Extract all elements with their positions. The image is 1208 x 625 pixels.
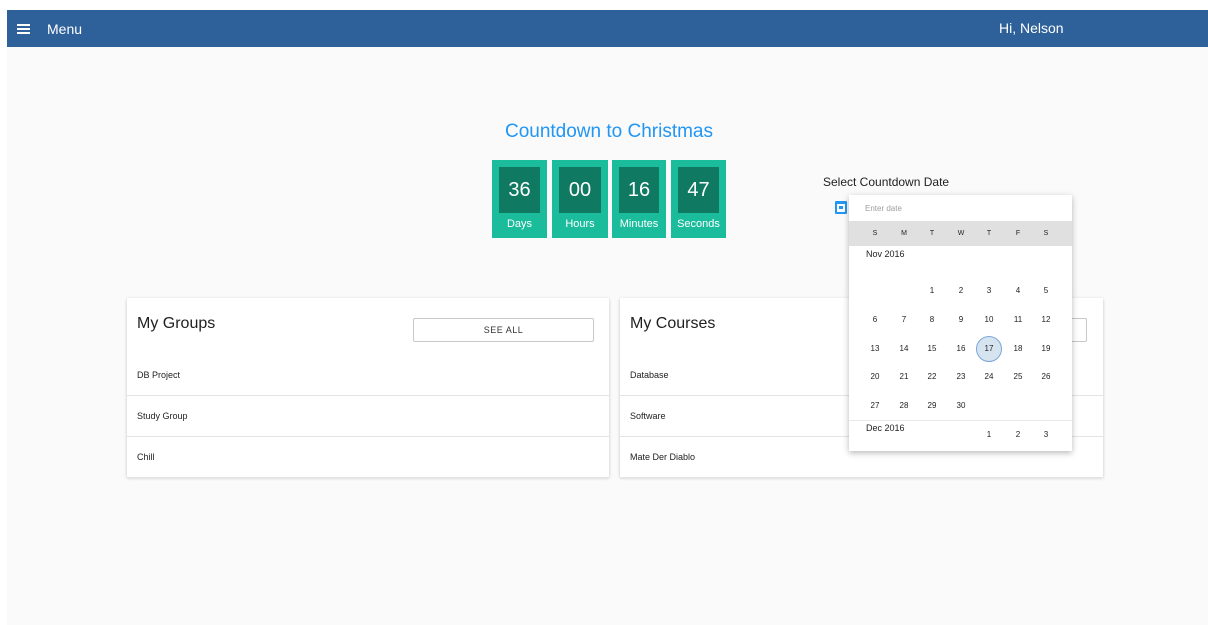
menu-label: Menu	[47, 20, 83, 37]
groups-card-title: My Groups	[137, 315, 216, 332]
groups-list: DB Project Study Group Chill	[127, 355, 609, 478]
top-app-bar: Menu Hi, Nelson	[7, 10, 1208, 47]
date-input[interactable]	[849, 195, 1072, 221]
calendar-day[interactable]: 21	[891, 364, 917, 390]
user-greeting[interactable]: Hi, Nelson	[999, 10, 1064, 47]
hamburger-icon	[17, 23, 30, 34]
list-item[interactable]: Study Group	[127, 396, 609, 437]
countdown-date-label: Select Countdown Date	[823, 175, 950, 189]
calendar-day[interactable]: 3	[1033, 422, 1059, 448]
calendar-day[interactable]: 16	[948, 336, 974, 362]
calendar-day[interactable]: 30	[948, 393, 974, 419]
calendar-day[interactable]: 26	[1033, 364, 1059, 390]
countdown-minutes: 16 Minutes	[612, 160, 666, 238]
calendar-day[interactable]: 14	[891, 336, 917, 362]
countdown-seconds-label: Seconds	[677, 218, 720, 230]
calendar-day[interactable]: 3	[976, 278, 1002, 304]
countdown-days-label: Days	[506, 218, 533, 230]
countdown-hours-label: Hours	[565, 218, 595, 230]
countdown-days: 36 Days	[492, 160, 547, 238]
calendar-day[interactable]: 25	[1005, 364, 1031, 390]
month-divider	[849, 420, 1072, 421]
weekday-header: SMTWTFS	[849, 221, 1072, 246]
list-item[interactable]: DB Project	[127, 355, 609, 396]
weekday-label: S	[1043, 230, 1049, 237]
calendar-icon[interactable]	[835, 201, 847, 214]
calendar-day[interactable]: 2	[1005, 422, 1031, 448]
countdown-days-value: 36	[499, 167, 540, 213]
calendar-day[interactable]: 8	[919, 307, 945, 333]
countdown-title: Countdown to Christmas	[504, 121, 714, 142]
calendar-day[interactable]: 29	[919, 393, 945, 419]
calendar-day-selected[interactable]: 17	[976, 335, 1002, 362]
calendar-day[interactable]: 18	[1005, 336, 1031, 362]
calendar-day[interactable]: 9	[948, 307, 974, 333]
weekday-label: T	[986, 230, 992, 237]
date-picker-popup: SMTWTFS Nov 2016123456789101112131415161…	[849, 195, 1072, 451]
see-all-groups-button[interactable]: SEE ALL	[413, 318, 594, 342]
countdown-seconds: 47 Seconds	[671, 160, 726, 238]
calendar-day[interactable]: 12	[1033, 307, 1059, 333]
calendar-day[interactable]: 7	[891, 307, 917, 333]
courses-card-title: My Courses	[630, 315, 716, 332]
calendar-day[interactable]: 2	[948, 278, 974, 304]
calendar-day[interactable]: 1	[976, 422, 1002, 448]
month-label: Dec 2016	[866, 423, 905, 433]
calendar-day[interactable]: 23	[948, 364, 974, 390]
calendar-day[interactable]: 22	[919, 364, 945, 390]
calendar-day[interactable]: 1	[919, 278, 945, 304]
countdown-hours: 00 Hours	[552, 160, 608, 238]
calendar-day[interactable]: 10	[976, 307, 1002, 333]
calendar-day[interactable]: 6	[862, 307, 888, 333]
calendar-day[interactable]: 24	[976, 364, 1002, 390]
calendar-day[interactable]: 15	[919, 336, 945, 362]
list-item[interactable]: Chill	[127, 437, 609, 478]
groups-card: My Groups SEE ALL DB Project Study Group…	[127, 298, 609, 478]
weekday-label: F	[1015, 230, 1021, 237]
calendar-day[interactable]: 20	[862, 364, 888, 390]
calendar-day[interactable]: 11	[1005, 307, 1031, 333]
calendar-day[interactable]: 4	[1005, 278, 1031, 304]
weekday-label: T	[929, 230, 935, 237]
countdown-minutes-value: 16	[619, 167, 659, 213]
calendar-day[interactable]: 19	[1033, 336, 1059, 362]
countdown-hours-value: 00	[559, 167, 601, 213]
countdown-seconds-value: 47	[678, 167, 719, 213]
calendar-day[interactable]: 5	[1033, 278, 1059, 304]
month-label: Nov 2016	[866, 249, 905, 259]
countdown-minutes-label: Minutes	[619, 218, 659, 230]
menu-button[interactable]: Menu	[17, 10, 82, 47]
weekday-label: S	[872, 230, 878, 237]
calendar-day[interactable]: 13	[862, 336, 888, 362]
calendar-day[interactable]: 28	[891, 393, 917, 419]
weekday-label: M	[901, 230, 907, 237]
weekday-label: W	[957, 230, 965, 237]
calendar-day[interactable]: 27	[862, 393, 888, 419]
